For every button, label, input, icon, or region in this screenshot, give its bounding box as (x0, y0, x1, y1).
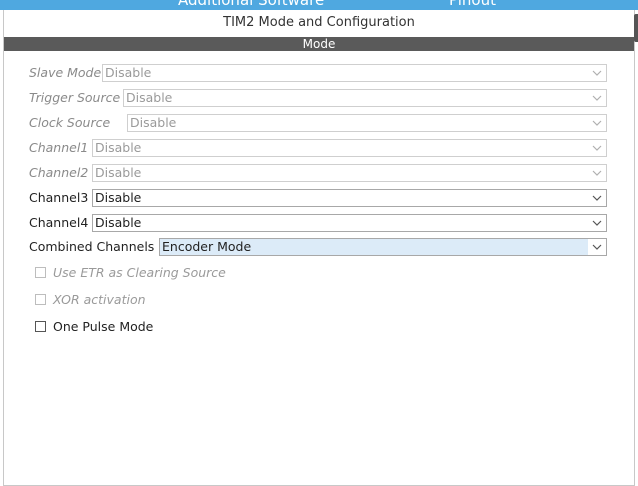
trigger-source-row: Trigger Source Disable (29, 89, 607, 107)
tab-pinout[interactable]: Pinout (449, 0, 496, 9)
slave-mode-select[interactable]: Disable (102, 64, 607, 82)
clock-source-value: Disable (130, 115, 177, 130)
channel2-row: Channel2 Disable (29, 164, 607, 182)
channel4-row: Channel4 Disable (29, 214, 607, 232)
slave-mode-value: Disable (105, 65, 152, 80)
mode-section-header: Mode (4, 37, 634, 51)
channel1-value: Disable (95, 140, 142, 155)
channel3-label: Channel3 (29, 190, 89, 205)
trigger-source-label: Trigger Source (29, 90, 121, 105)
trigger-source-select[interactable]: Disable (123, 89, 607, 107)
tab-additional-software[interactable]: Additional Software (178, 0, 324, 9)
channel2-value: Disable (95, 165, 142, 180)
combined-channels-value: Encoder Mode (162, 239, 252, 254)
channel1-label: Channel1 (29, 140, 89, 155)
combined-channels-row: Combined Channels Encoder Mode (29, 238, 607, 256)
channel1-row: Channel1 Disable (29, 139, 607, 157)
etr-clearing-checkbox[interactable] (35, 267, 46, 278)
top-tab-strip: Additional Software Pinout (0, 0, 638, 10)
chevron-down-icon (592, 118, 602, 128)
panel-title: TIM2 Mode and Configuration (223, 15, 415, 30)
channel3-select[interactable]: Disable (92, 189, 607, 207)
xor-activation-checkbox[interactable] (35, 294, 46, 305)
chevron-down-icon (592, 193, 602, 203)
channel4-select[interactable]: Disable (92, 214, 607, 232)
etr-clearing-label: Use ETR as Clearing Source (53, 265, 226, 280)
slave-mode-label: Slave Mode (29, 65, 102, 80)
trigger-source-value: Disable (126, 90, 173, 105)
channel4-label: Channel4 (29, 215, 89, 230)
combined-channels-label: Combined Channels (29, 239, 155, 254)
resize-handle[interactable] (634, 14, 638, 42)
chevron-down-icon (592, 68, 602, 78)
chevron-down-icon (592, 168, 602, 178)
channel2-select[interactable]: Disable (92, 164, 607, 182)
channel3-value: Disable (95, 190, 142, 205)
one-pulse-mode-label: One Pulse Mode (53, 319, 154, 334)
channel2-label: Channel2 (29, 165, 89, 180)
channel1-select[interactable]: Disable (92, 139, 607, 157)
tim2-config-panel: TIM2 Mode and Configuration Mode Slave M… (3, 10, 635, 486)
combined-channels-select[interactable]: Encoder Mode (159, 238, 607, 256)
chevron-down-icon (592, 143, 602, 153)
chevron-down-icon (592, 93, 602, 103)
clock-source-select[interactable]: Disable (127, 114, 607, 132)
chevron-down-icon (592, 218, 602, 228)
xor-activation-label: XOR activation (53, 292, 146, 307)
clock-source-row: Clock Source Disable (29, 114, 607, 132)
channel4-value: Disable (95, 215, 142, 230)
channel3-row: Channel3 Disable (29, 189, 607, 207)
one-pulse-mode-checkbox[interactable] (35, 321, 46, 332)
chevron-down-icon (592, 242, 602, 252)
clock-source-label: Clock Source (29, 115, 111, 130)
slave-mode-row: Slave Mode Disable (29, 64, 607, 82)
